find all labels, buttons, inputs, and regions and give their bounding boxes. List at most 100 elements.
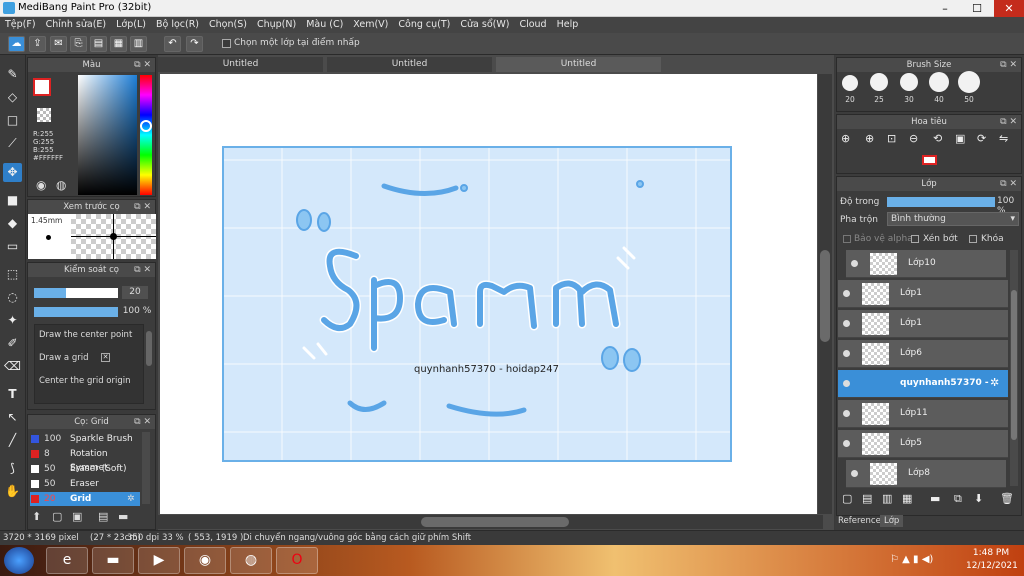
text-tool-icon[interactable]: T xyxy=(3,385,22,404)
new-brush-icon[interactable]: ▢ xyxy=(52,510,62,523)
hue-handle[interactable] xyxy=(140,120,152,132)
fit-icon[interactable]: ⊡ xyxy=(887,132,896,145)
new-layer-icon[interactable]: ▢ xyxy=(842,492,852,505)
brush-size-40[interactable] xyxy=(929,72,949,92)
protect-alpha-checkbox[interactable] xyxy=(843,235,851,243)
menu-cloud[interactable]: Cloud xyxy=(514,17,551,33)
blend-mode-select[interactable]: Bình thường ▾ xyxy=(887,212,1019,226)
gear-icon[interactable]: ✲ xyxy=(127,492,135,506)
menu-file[interactable]: Tệp(F) xyxy=(0,17,41,33)
brush-size-50[interactable] xyxy=(958,71,980,93)
tab-reference[interactable]: Reference xyxy=(838,516,881,526)
comment-icon[interactable]: ✉ xyxy=(50,36,67,52)
brush-folder-icon[interactable]: ▬ xyxy=(118,510,128,523)
size-slider[interactable] xyxy=(34,288,118,298)
menu-help[interactable]: Help xyxy=(552,17,584,33)
panel-close-icon[interactable]: ⧉ ✕ xyxy=(134,200,151,214)
fit-screen-icon[interactable]: ▣ xyxy=(955,132,965,145)
menu-select[interactable]: Chọn(S) xyxy=(204,17,252,33)
line-tool-icon[interactable]: ⟋ xyxy=(3,134,22,153)
secondary-color-swatch[interactable] xyxy=(37,108,51,122)
zoom-in-icon[interactable]: ⊕ xyxy=(841,132,850,145)
hue-slider[interactable] xyxy=(140,75,152,195)
eye-icon[interactable] xyxy=(843,380,850,387)
maximize-button[interactable]: ☐ xyxy=(962,0,992,17)
opera-icon[interactable]: O xyxy=(276,547,318,574)
merge-icon[interactable]: ⬇ xyxy=(974,492,983,505)
brush-size-25[interactable] xyxy=(870,73,888,91)
brush-item[interactable]: 50 Eraser (Soft) xyxy=(30,462,140,476)
operation-tool-icon[interactable]: ↖ xyxy=(3,408,22,427)
eye-icon[interactable] xyxy=(843,320,850,327)
tray-icons[interactable]: ⚐ ▲ ▮ ◀) xyxy=(890,554,933,565)
menu-color[interactable]: Màu (C) xyxy=(301,17,348,33)
grid-view-icon[interactable]: ▦ xyxy=(110,36,127,52)
eye-icon[interactable] xyxy=(843,440,850,447)
ie-icon[interactable]: e xyxy=(46,547,88,574)
brush-item[interactable]: 8 Rotation Symmet xyxy=(30,447,140,473)
brush-item-selected[interactable]: 20 Grid ✲ xyxy=(30,492,140,506)
clip-checkbox[interactable] xyxy=(911,235,919,243)
page-icon[interactable]: ▤ xyxy=(90,36,107,52)
share-icon[interactable]: ⇪ xyxy=(29,36,46,52)
layout-icon[interactable]: ▥ xyxy=(130,36,147,52)
menu-filter[interactable]: Bộ lọc(R) xyxy=(151,17,204,33)
brush-item[interactable]: 100 Sparkle Brush xyxy=(30,432,140,446)
select-eraser-icon[interactable]: ⌫ xyxy=(3,357,22,376)
options-scrollbar[interactable] xyxy=(146,331,152,366)
brush-list-scrollbar[interactable] xyxy=(142,432,150,504)
menu-view[interactable]: Xem(V) xyxy=(348,17,393,33)
h-scrollbar-track[interactable] xyxy=(158,515,823,529)
layer-item[interactable]: Lớp1 xyxy=(838,310,1008,338)
artwork[interactable]: quynhanh57370 - hoidap247 xyxy=(222,146,732,462)
fill-rect-icon[interactable]: ■ xyxy=(3,191,22,210)
h-scrollbar-thumb[interactable] xyxy=(421,517,569,527)
eraser-tool-icon[interactable]: ◇ xyxy=(3,88,22,107)
menu-window[interactable]: Cửa sổ(W) xyxy=(455,17,514,33)
tab-layer[interactable]: Lớp xyxy=(880,515,904,527)
close-button[interactable]: ✕ xyxy=(994,0,1024,17)
menu-layer[interactable]: Lớp(L) xyxy=(111,17,151,33)
divide-tool-icon[interactable]: ╱ xyxy=(3,431,22,450)
eye-icon[interactable] xyxy=(843,410,850,417)
layer-item[interactable]: Lớp8 xyxy=(846,460,1006,488)
navigator-thumbnail[interactable] xyxy=(922,155,937,165)
primary-color-swatch[interactable] xyxy=(33,78,51,96)
layer-item-selected[interactable]: quynhanh57370 - ✲ xyxy=(838,370,1008,398)
layer-item[interactable]: Lớp6 xyxy=(838,340,1008,368)
eyedropper-icon[interactable]: ⟆ xyxy=(3,459,22,478)
select-rect-icon[interactable]: ⬚ xyxy=(3,265,22,284)
chrome-icon[interactable]: ◉ xyxy=(184,547,226,574)
eye-icon[interactable] xyxy=(851,260,858,267)
cloud-icon[interactable]: ☁ xyxy=(8,36,25,52)
new-layer-1bit-icon[interactable]: ▥ xyxy=(882,492,892,505)
draw-grid-checkbox[interactable]: ✕ xyxy=(101,353,110,362)
layer-opacity-slider[interactable] xyxy=(887,197,995,207)
brush-settings-icon[interactable]: ▤ xyxy=(98,510,108,523)
export-icon[interactable]: ⎘ xyxy=(70,36,87,52)
tab-untitled-2[interactable]: Untitled xyxy=(327,57,492,72)
opacity-slider[interactable] xyxy=(34,307,118,317)
eye-icon[interactable] xyxy=(851,470,858,477)
dot-tool-icon[interactable]: □ xyxy=(3,111,22,130)
move-tool-icon[interactable]: ✥ xyxy=(3,163,22,182)
tab-untitled-3[interactable]: Untitled xyxy=(496,57,661,72)
gradient-tool-icon[interactable]: ▭ xyxy=(3,237,22,256)
select-pen-icon[interactable]: ✐ xyxy=(3,334,22,353)
add-layer-menu-icon[interactable]: ▦ xyxy=(902,492,912,505)
brush-size-30[interactable] xyxy=(900,73,918,91)
flip-icon[interactable]: ⇋ xyxy=(999,132,1008,145)
duplicate-icon[interactable]: ⧉ xyxy=(954,492,962,506)
layer-item[interactable]: Lớp5 xyxy=(838,430,1008,458)
trash-icon[interactable]: 🗑 xyxy=(1000,492,1014,505)
zoom-out-icon[interactable]: ⊖ xyxy=(909,132,918,145)
eye-icon[interactable] xyxy=(843,350,850,357)
panel-close-icon[interactable]: ⧉ ✕ xyxy=(134,58,151,72)
v-scrollbar-thumb[interactable] xyxy=(820,250,830,342)
gear-icon[interactable]: ✲ xyxy=(990,376,999,389)
bucket-tool-icon[interactable]: ◆ xyxy=(3,214,22,233)
panel-close-icon[interactable]: ⧉ ✕ xyxy=(134,263,151,277)
lock-checkbox[interactable] xyxy=(969,235,977,243)
layer-scrollbar[interactable] xyxy=(1010,250,1018,486)
rotate-icon[interactable]: ⟲ xyxy=(933,132,942,145)
